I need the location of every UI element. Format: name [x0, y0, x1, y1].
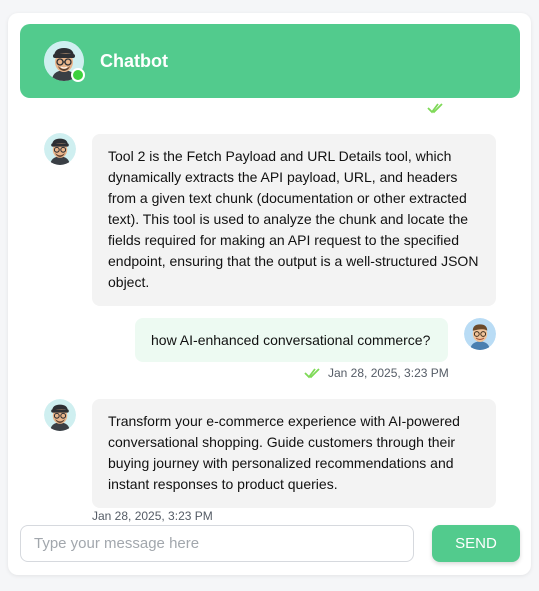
- bot-message-bubble: Tool 2 is the Fetch Payload and URL Deta…: [92, 134, 496, 306]
- chat-window: Chatbot Tool 2 is the Fetch Payload and …: [8, 13, 531, 575]
- message-timestamp: Jan 28, 2025, 3:23 PM: [92, 509, 213, 523]
- message-input[interactable]: [20, 525, 414, 562]
- double-check-icon: [304, 368, 320, 379]
- bot-message-bubble: Transform your e-commerce experience wit…: [92, 399, 496, 508]
- double-check-icon: [427, 103, 443, 114]
- header-avatar: [44, 41, 85, 82]
- send-button[interactable]: SEND: [432, 525, 520, 562]
- user-avatar-icon: [464, 318, 496, 350]
- chat-title: Chatbot: [100, 51, 168, 71]
- chat-header: Chatbot: [20, 24, 520, 98]
- bot-avatar-icon: [44, 133, 76, 165]
- message-timestamp: Jan 28, 2025, 3:23 PM: [328, 366, 449, 380]
- online-status-dot: [71, 68, 85, 82]
- bot-avatar-icon: [44, 399, 76, 431]
- user-message-bubble: how AI-enhanced conversational commerce?: [135, 318, 448, 362]
